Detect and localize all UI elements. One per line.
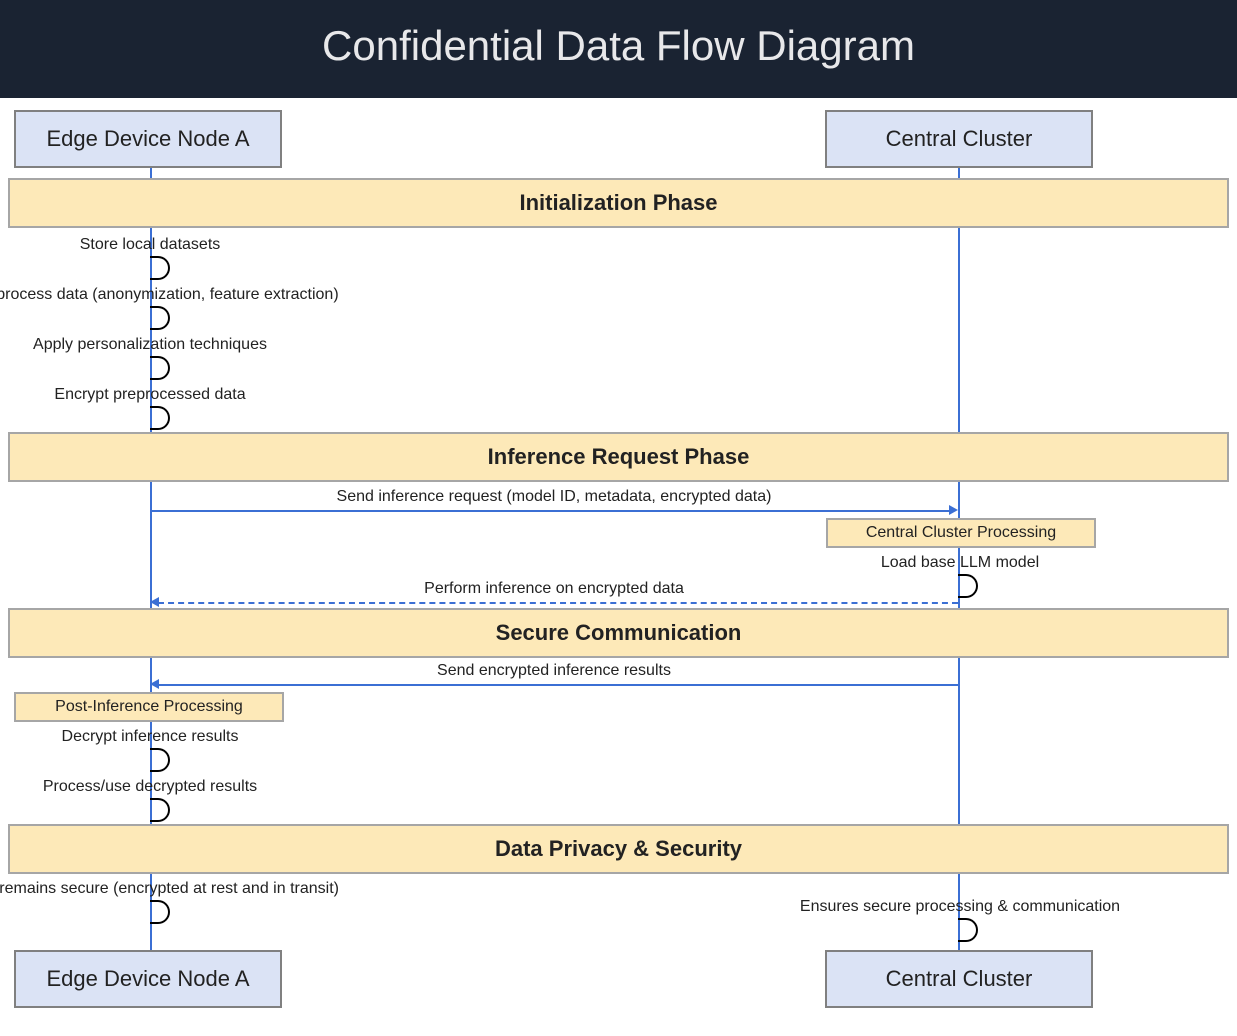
arrow-send-results (158, 684, 958, 686)
section-secure: Secure Communication (8, 608, 1229, 658)
actor-cluster-top: Central Cluster (825, 110, 1093, 168)
arrow-send-request (152, 510, 952, 512)
selfloop-icon (150, 306, 170, 330)
msg-send-request: Send inference request (model ID, metada… (150, 488, 958, 506)
msg-encrypt-pre: Encrypt preprocessed data (0, 386, 300, 404)
arrow-head-icon (949, 505, 958, 515)
section-init: Initialization Phase (8, 178, 1229, 228)
selfloop-icon (958, 918, 978, 942)
msg-apply-personalization: Apply personalization techniques (0, 336, 300, 354)
msg-ensure-secure: Ensures secure processing & communicatio… (780, 898, 1140, 916)
msg-process-results: Process/use decrypted results (0, 778, 300, 796)
msg-store-local: Store local datasets (0, 236, 300, 254)
actor-cluster-bottom: Central Cluster (825, 950, 1093, 1008)
actor-edge-top: Edge Device Node A (14, 110, 282, 168)
arrow-perform-inference (158, 602, 958, 604)
msg-send-results: Send encrypted inference results (150, 662, 958, 680)
page-title: Confidential Data Flow Diagram (0, 0, 1237, 98)
selfloop-icon (150, 256, 170, 280)
actor-edge-bottom: Edge Device Node A (14, 950, 282, 1008)
subsection-cluster-processing: Central Cluster Processing (826, 518, 1096, 548)
section-privacy: Data Privacy & Security (8, 824, 1229, 874)
selfloop-icon (150, 798, 170, 822)
msg-perform-inference: Perform inference on encrypted data (150, 580, 958, 598)
subsection-post-inference: Post-Inference Processing (14, 692, 284, 722)
arrow-head-icon (150, 597, 159, 607)
msg-data-secure: Data remains secure (encrypted at rest a… (0, 880, 370, 898)
selfloop-icon (150, 748, 170, 772)
msg-decrypt-results: Decrypt inference results (0, 728, 300, 746)
msg-preprocess: Preprocess data (anonymization, feature … (0, 286, 370, 304)
section-inference: Inference Request Phase (8, 432, 1229, 482)
msg-load-model: Load base LLM model (810, 554, 1110, 572)
arrow-head-icon (150, 679, 159, 689)
selfloop-icon (150, 406, 170, 430)
sequence-diagram: Edge Device Node A Central Cluster Initi… (0, 98, 1237, 1028)
selfloop-icon (150, 900, 170, 924)
selfloop-icon (150, 356, 170, 380)
selfloop-icon (958, 574, 978, 598)
